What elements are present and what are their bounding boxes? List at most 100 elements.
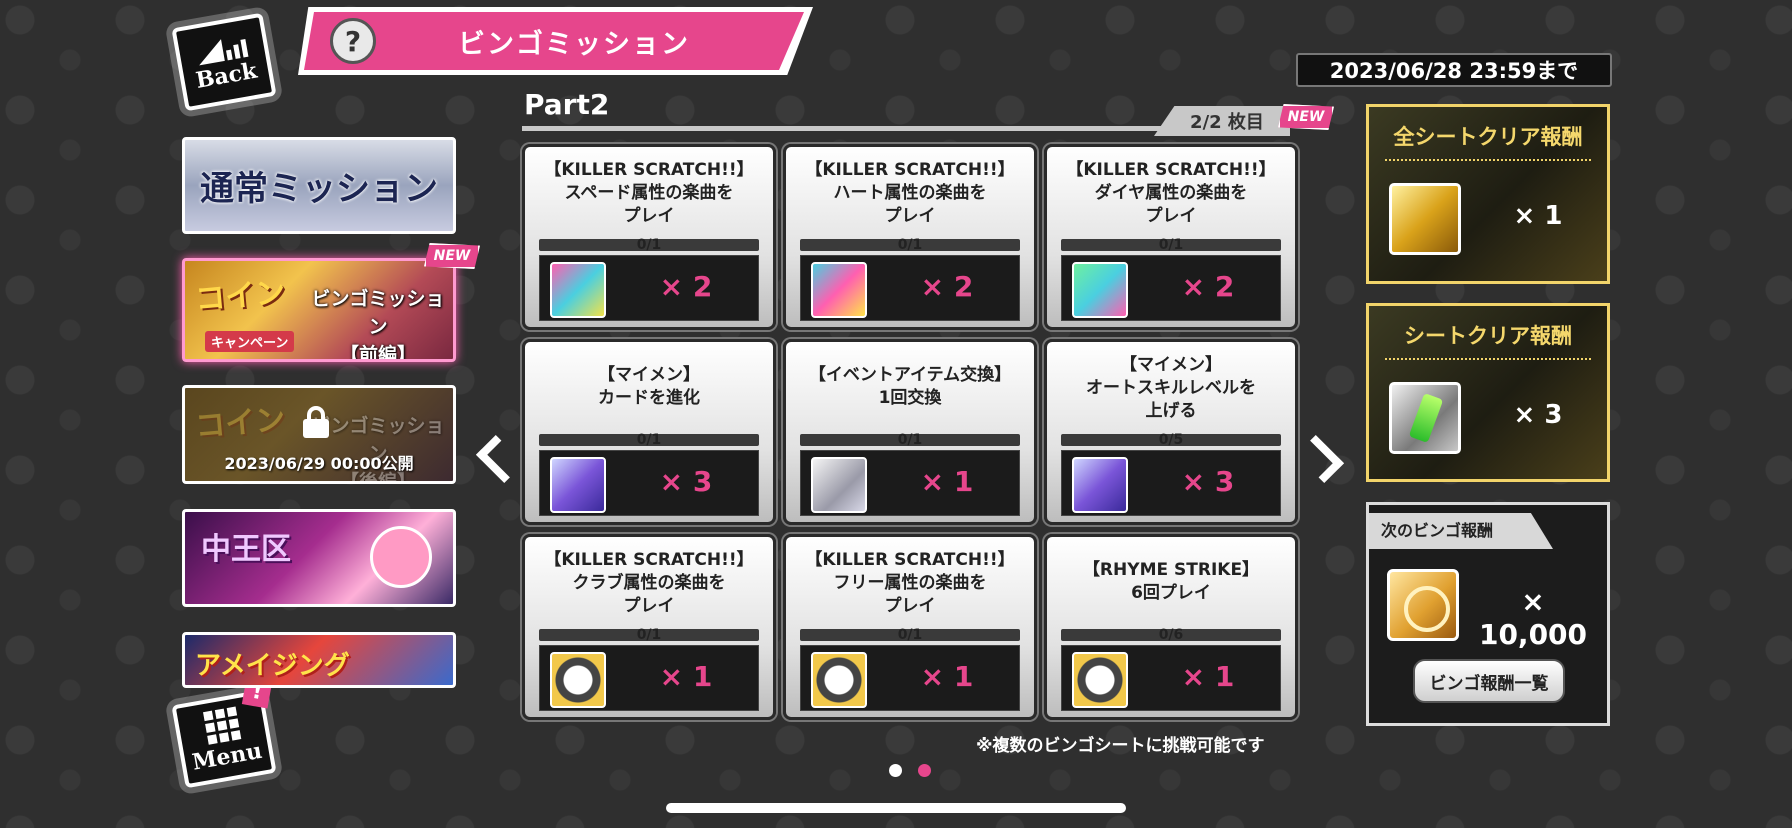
mission-line: 【RHYME STRIKE】: [1082, 560, 1260, 580]
medal-icon: [811, 652, 867, 708]
mission-text: 【KILLER SCRATCH!!】 フリー属性の楽曲を プレイ: [792, 549, 1028, 618]
reward-box: × 1: [539, 645, 759, 711]
reward-box: × 2: [539, 255, 759, 321]
progress-label: 0/1: [636, 627, 662, 643]
progress-label: 0/5: [1158, 432, 1184, 448]
reward-quantity: × 10,000: [1478, 585, 1588, 651]
progress-label: 0/1: [1158, 237, 1184, 253]
progress-label: 0/1: [636, 432, 662, 448]
mission-line: 【KILLER SCRATCH!!】: [805, 160, 1015, 180]
mission-line: スペード属性の楽曲を: [564, 183, 734, 203]
bingo-cell[interactable]: 【RHYME STRIKE】 6回プレイ 0/6 × 1: [1044, 534, 1298, 720]
mission-line: 【KILLER SCRATCH!!】: [544, 160, 754, 180]
bingo-cell[interactable]: 【KILLER SCRATCH!!】 フリー属性の楽曲を プレイ 0/1 × 1: [783, 534, 1037, 720]
progress-label: 0/1: [636, 237, 662, 253]
part-label: Part2: [524, 88, 610, 121]
page-dot[interactable]: [889, 764, 902, 777]
bingo-grid: 【KILLER SCRATCH!!】 スペード属性の楽曲を プレイ 0/1 × …: [522, 144, 1301, 726]
reward-box: × 3: [1061, 450, 1281, 516]
help-icon[interactable]: ?: [330, 18, 376, 64]
bingo-cell[interactable]: 【KILLER SCRATCH!!】 スペード属性の楽曲を プレイ 0/1 × …: [522, 144, 776, 330]
mission-text: 【イベントアイテム交換】 1回交換: [792, 364, 1028, 410]
new-badge: NEW: [424, 243, 480, 269]
coin-icon: [1387, 569, 1459, 641]
progress-label: 0/1: [897, 432, 923, 448]
page-dot-active[interactable]: [918, 764, 931, 777]
page-title: ビンゴミッション: [458, 28, 690, 60]
chevron-right-icon: [1295, 434, 1345, 484]
spade-card-icon: [550, 262, 606, 318]
mission-line: プレイ: [884, 596, 936, 616]
sidebar-item-label: 通常ミッション: [200, 169, 438, 209]
sidebar-banner-amazing[interactable]: アメイジング: [182, 632, 456, 688]
menu-grid-icon: [202, 706, 241, 745]
reward-quantity: × 1: [1181, 660, 1235, 693]
sidebar-item-normal-mission[interactable]: 通常ミッション: [182, 137, 456, 234]
mission-line: 【イベントアイテム交換】: [808, 365, 1012, 385]
reward-box: × 2: [1061, 255, 1281, 321]
mission-text: 【RHYME STRIKE】 6回プレイ: [1053, 559, 1289, 605]
mission-line: 【KILLER SCRATCH!!】: [1066, 160, 1276, 180]
diamond-card-icon: [1072, 262, 1128, 318]
next-bingo-reward: 次のビンゴ報酬 × 10,000 ビンゴ報酬一覧: [1366, 502, 1610, 726]
new-badge: NEW: [1278, 104, 1334, 130]
release-date-label: 2023/06/29 00:00公開: [224, 454, 414, 473]
bingo-cell[interactable]: 【マイメン】 オートスキルレベルを 上げる 0/5 × 3: [1044, 339, 1298, 525]
mission-line: ハート属性の楽曲を: [833, 183, 987, 203]
bingo-cell[interactable]: 【KILLER SCRATCH!!】 クラブ属性の楽曲を プレイ 0/1 × 1: [522, 534, 776, 720]
mission-line: プレイ: [623, 596, 675, 616]
mission-line: 【マイメン】: [1120, 355, 1222, 375]
reward-box: × 1: [1061, 645, 1281, 711]
sheet-clear-reward: シートクリア報酬 × 3: [1366, 303, 1610, 482]
amazing-banner-logo: アメイジング: [195, 651, 350, 681]
panel-divider: [1385, 358, 1591, 360]
bingo-front-subtitle: 【前編】: [339, 344, 416, 362]
mission-line: 【KILLER SCRATCH!!】: [805, 550, 1015, 570]
coin-campaign-logo: コイン: [193, 402, 287, 445]
mission-line: オートスキルレベルを: [1086, 378, 1256, 398]
reward-box: × 1: [800, 450, 1020, 516]
bingo-cell[interactable]: 【KILLER SCRATCH!!】 ハート属性の楽曲を プレイ 0/1 × 2: [783, 144, 1037, 330]
reward-quantity: × 3: [1513, 400, 1563, 430]
mission-line: 【KILLER SCRATCH!!】: [544, 550, 754, 570]
page-indicator: 2/2 枚目: [1154, 106, 1290, 136]
mission-line: 6回プレイ: [1131, 583, 1211, 603]
menu-button[interactable]: Menu !: [171, 674, 277, 789]
next-page-button[interactable]: [1295, 424, 1348, 494]
home-indicator[interactable]: [666, 803, 1126, 813]
footnote: ※複数のビンゴシートに挑戦可能です: [976, 736, 1265, 756]
bingo-cell[interactable]: 【KILLER SCRATCH!!】 ダイヤ属性の楽曲を プレイ 0/1 × 2: [1044, 144, 1298, 330]
mission-line: プレイ: [623, 206, 675, 226]
reward-box: × 1: [800, 645, 1020, 711]
menu-label: Menu: [190, 737, 264, 776]
gold-ticket-icon: [1389, 183, 1461, 255]
bingo-cell[interactable]: 【マイメン】 カードを進化 0/1 × 3: [522, 339, 776, 525]
chevron-left-icon: [475, 434, 525, 484]
progress-label: 0/1: [897, 627, 923, 643]
sidebar-banner-chuo[interactable]: 中王区: [182, 509, 456, 607]
mission-line: ダイヤ属性の楽曲を: [1094, 183, 1248, 203]
reward-quantity: × 2: [1181, 270, 1235, 303]
back-button[interactable]: Back: [171, 12, 277, 112]
heart-card-icon: [811, 262, 867, 318]
mission-text: 【KILLER SCRATCH!!】 ハート属性の楽曲を プレイ: [792, 159, 1028, 228]
bingo-front-title: ビンゴミッション: [311, 288, 445, 338]
title-banner: ビンゴミッション: [304, 12, 804, 70]
progress-label: 0/1: [897, 237, 923, 253]
sidebar-item-label: ビンゴミッション 【前編】: [303, 285, 453, 362]
mission-line: カードを進化: [598, 388, 700, 408]
panel-divider: [1385, 159, 1591, 161]
reward-quantity: × 2: [920, 270, 974, 303]
battery-icon: [1389, 382, 1461, 454]
medal-icon: [1072, 652, 1128, 708]
mission-line: フリー属性の楽曲を: [833, 573, 987, 593]
mission-text: 【マイメン】 カードを進化: [531, 364, 767, 410]
ticket-icon: [811, 457, 867, 513]
bingo-reward-list-button[interactable]: ビンゴ報酬一覧: [1413, 659, 1565, 703]
sidebar-item-bingo-front[interactable]: コイン キャンペーン ビンゴミッション 【前編】: [182, 258, 456, 362]
bingo-cell[interactable]: 【イベントアイテム交換】 1回交換 0/1 × 1: [783, 339, 1037, 525]
page-dots: [889, 764, 931, 777]
sidebar-item-bingo-back-locked[interactable]: コイン ビンゴミッション 【後編】 2023/06/29 00:00公開: [182, 385, 456, 484]
prev-page-button[interactable]: [472, 424, 525, 494]
evolution-item-icon: [550, 457, 606, 513]
